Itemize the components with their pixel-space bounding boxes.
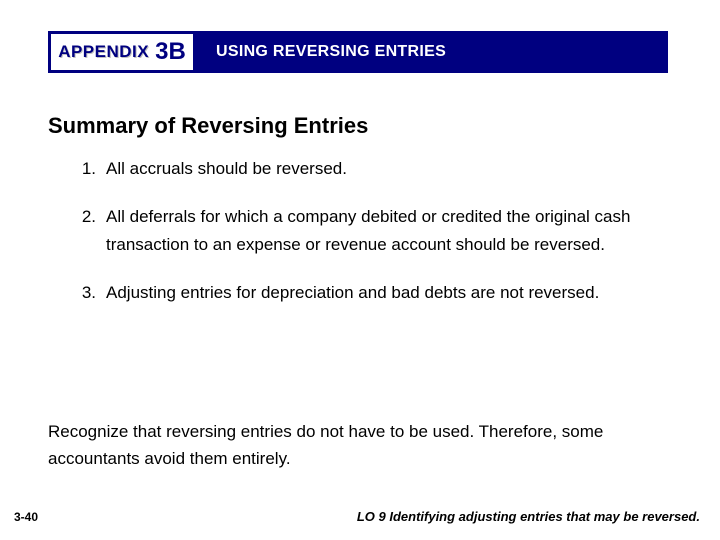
list-text: All accruals should be reversed.: [106, 155, 658, 183]
list-text: All deferrals for which a company debite…: [106, 203, 658, 259]
list-number: 2.: [78, 203, 106, 259]
list-number: 3.: [78, 279, 106, 307]
section-heading: Summary of Reversing Entries: [48, 113, 368, 139]
page-number: 3-40: [14, 510, 38, 524]
learning-objective: LO 9 Identifying adjusting entries that …: [357, 509, 700, 524]
title-box: USING REVERSING ENTRIES: [196, 31, 668, 73]
appendix-box: APPENDIX 3B: [48, 31, 196, 73]
list-item: 1. All accruals should be reversed.: [78, 155, 658, 183]
list-item: 3. Adjusting entries for depreciation an…: [78, 279, 658, 307]
list-item: 2. All deferrals for which a company deb…: [78, 203, 658, 259]
appendix-number: 3B: [155, 38, 186, 66]
closing-paragraph: Recognize that reversing entries do not …: [48, 418, 658, 472]
appendix-label: APPENDIX: [58, 42, 149, 62]
header-bar: APPENDIX 3B USING REVERSING ENTRIES: [48, 31, 668, 73]
slide-title: USING REVERSING ENTRIES: [216, 43, 446, 61]
numbered-list: 1. All accruals should be reversed. 2. A…: [78, 155, 658, 327]
list-number: 1.: [78, 155, 106, 183]
list-text: Adjusting entries for depreciation and b…: [106, 279, 658, 307]
